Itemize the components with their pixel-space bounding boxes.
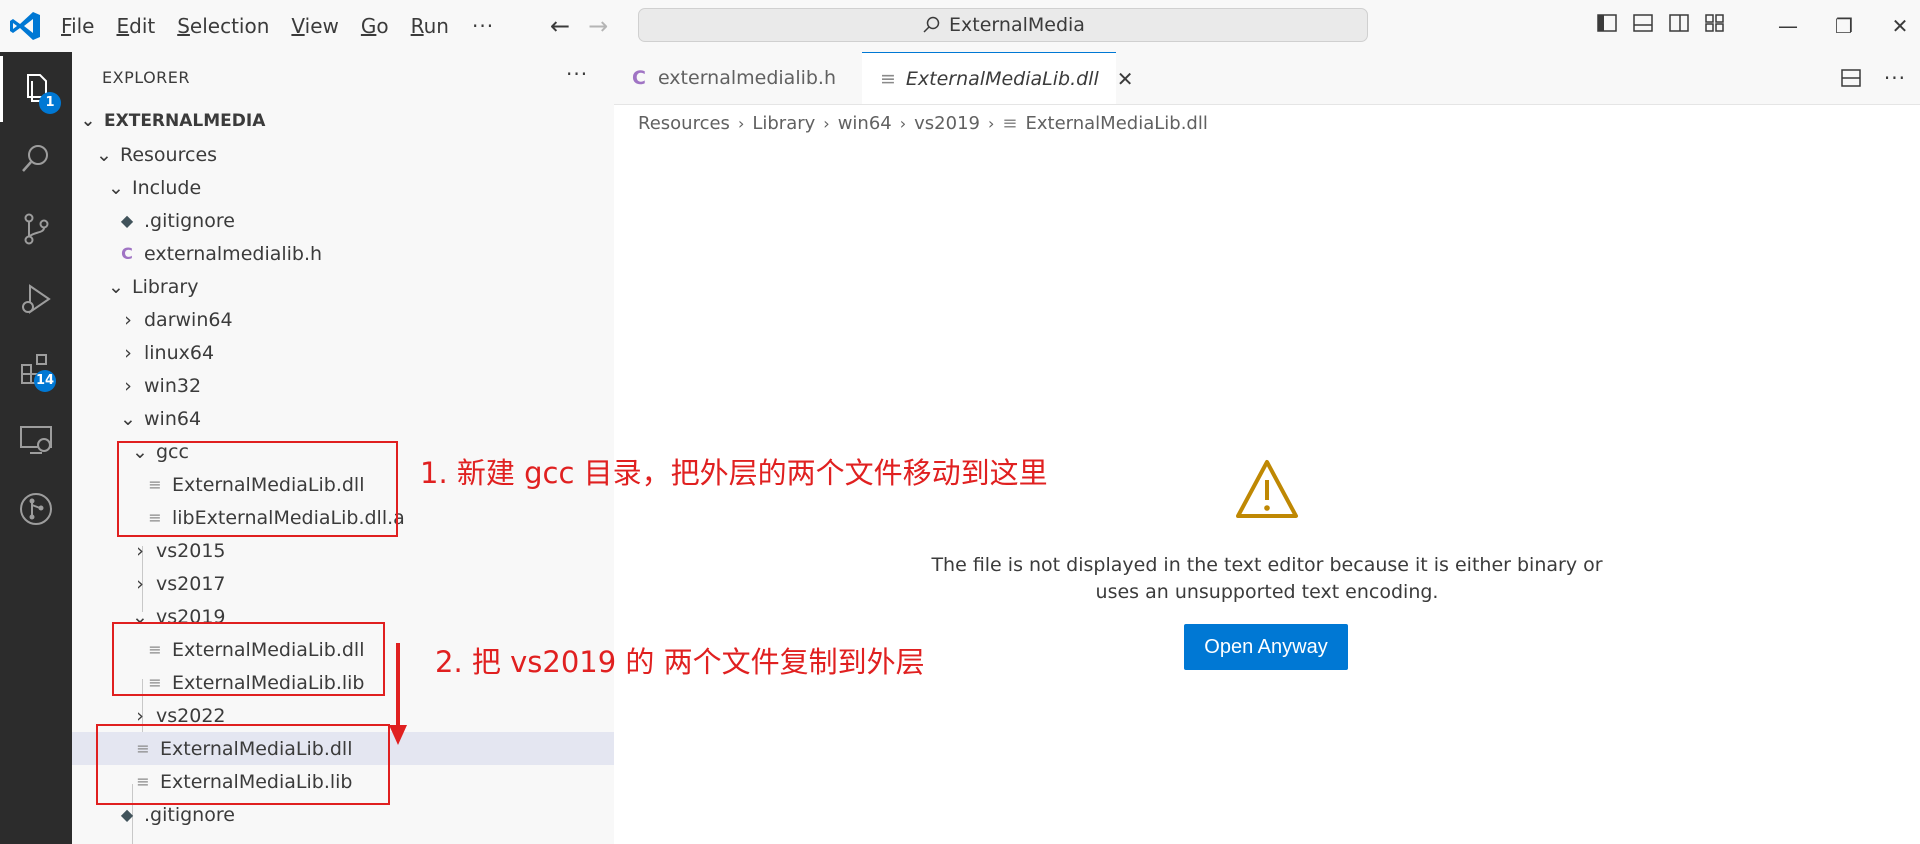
source-control-activity[interactable]	[0, 196, 72, 262]
git-file-icon: ◆	[120, 805, 134, 824]
tree-folder-vs2017[interactable]: › vs2017	[72, 567, 614, 600]
tree-folder-library[interactable]: ⌄ Library	[72, 270, 614, 303]
tab-externalmedialib-dll[interactable]: ≡ ExternalMediaLib.dll ✕	[862, 52, 1134, 104]
source-control-icon	[24, 213, 49, 245]
command-center[interactable]: ExternalMedia	[638, 8, 1368, 42]
extensions-activity[interactable]: 14	[0, 336, 72, 402]
search-icon	[22, 145, 48, 172]
customize-layout-icon[interactable]	[1704, 12, 1726, 34]
chevron-right-icon: ›	[124, 308, 132, 331]
toggle-panel-icon[interactable]	[1632, 12, 1654, 34]
annotation-arrow-down	[389, 643, 407, 745]
chevron-down-icon: ⌄	[120, 407, 136, 430]
binary-file-message: The file is not displayed in the text ed…	[931, 554, 1603, 603]
menu-file[interactable]: File	[50, 0, 105, 52]
open-anyway-button[interactable]: Open Anyway	[1184, 624, 1348, 670]
tree-folder-win64[interactable]: ⌄ win64	[72, 402, 614, 435]
close-tab-icon[interactable]: ✕	[1117, 67, 1134, 91]
explorer-activity[interactable]: 1	[0, 56, 72, 122]
chevron-right-icon: ›	[737, 113, 745, 133]
chevron-down-icon: ⌄	[108, 275, 124, 298]
annotation-note-1: 1. 新建 gcc 目录，把外层的两个文件移动到这里	[420, 456, 1048, 490]
layout-controls	[1596, 12, 1726, 34]
tree-file-gitignore[interactable]: ◆ .gitignore	[72, 204, 614, 237]
split-editor-icon[interactable]	[1840, 67, 1862, 89]
c-file-icon: C	[632, 67, 646, 89]
menu-selection[interactable]: Selection	[166, 0, 280, 52]
tree-folder-linux64[interactable]: › linux64	[72, 336, 614, 369]
explorer-more-button[interactable]: ···	[566, 62, 588, 86]
search-icon	[923, 16, 940, 33]
c-file-icon: C	[121, 244, 133, 263]
chevron-down-icon: ⌄	[108, 176, 124, 199]
menu-run[interactable]: Run	[400, 0, 460, 52]
breadcrumb-item[interactable]: vs2019	[914, 113, 980, 134]
toggle-primary-sidebar-icon[interactable]	[1596, 12, 1618, 34]
nav-arrows: ← →	[550, 0, 608, 52]
window-controls: — ❐ ✕	[1760, 0, 1920, 52]
command-center-label: ExternalMedia	[949, 14, 1085, 36]
breadcrumb-item[interactable]: ExternalMediaLib.dll	[1026, 113, 1208, 134]
annotation-box-gcc	[117, 441, 398, 537]
tab-externalmedialib-h[interactable]: C externalmedialib.h	[614, 52, 862, 104]
vscode-logo-icon	[10, 12, 40, 40]
chevron-down-icon: ⌄	[96, 143, 112, 166]
activity-bar: 1 14	[0, 52, 72, 844]
chevron-down-icon: ⌄	[80, 110, 96, 131]
close-window-icon[interactable]: ✕	[1872, 14, 1920, 38]
explorer-title: EXPLORER	[102, 68, 190, 87]
git-file-icon: ◆	[120, 211, 134, 230]
title-bar: File Edit Selection View Go Run ··· ← → …	[0, 0, 1920, 53]
tree-root-externalmedia[interactable]: ⌄ EXTERNALMEDIA	[72, 104, 614, 137]
annotation-box-vs2019	[112, 622, 385, 696]
annotation-note-2: 2. 把 vs2019 的 两个文件复制到外层	[435, 645, 925, 679]
menu-view[interactable]: View	[280, 0, 349, 52]
search-activity[interactable]	[0, 126, 72, 192]
explorer-badge: 1	[39, 92, 61, 114]
breadcrumb: Resources › Library › win64 › vs2019 › ≡…	[638, 108, 1208, 138]
toggle-secondary-sidebar-icon[interactable]	[1668, 12, 1690, 34]
file-lines-icon: ≡	[880, 67, 896, 90]
more-actions-icon[interactable]: ···	[1884, 66, 1906, 90]
breadcrumb-item[interactable]: Resources	[638, 113, 730, 134]
chevron-right-icon: ›	[136, 539, 144, 562]
run-debug-icon	[22, 284, 51, 314]
menu-bar: File Edit Selection View Go Run ···	[50, 0, 506, 52]
tree-file-externalmedialib-h[interactable]: C externalmedialib.h	[72, 237, 614, 270]
tree-folder-vs2015[interactable]: › vs2015	[72, 534, 614, 567]
tree-folder-resources[interactable]: ⌄ Resources	[72, 138, 614, 171]
remote-explorer-activity[interactable]	[0, 406, 72, 472]
chevron-right-icon: ›	[136, 572, 144, 595]
run-debug-activity[interactable]	[0, 266, 72, 332]
tree-folder-darwin64[interactable]: › darwin64	[72, 303, 614, 336]
minimize-icon[interactable]: —	[1760, 14, 1816, 38]
breadcrumb-item[interactable]: Library	[752, 113, 815, 134]
back-arrow-icon[interactable]: ←	[550, 12, 570, 40]
git-graph-icon	[20, 493, 52, 525]
chevron-right-icon: ›	[124, 341, 132, 364]
breadcrumb-item[interactable]: win64	[838, 113, 892, 134]
menu-go[interactable]: Go	[350, 0, 400, 52]
extensions-badge: 14	[34, 370, 56, 392]
tab-bar: C externalmedialib.h ≡ ExternalMediaLib.…	[614, 52, 1920, 105]
chevron-right-icon: ›	[823, 113, 830, 133]
forward-arrow-icon[interactable]: →	[588, 12, 608, 40]
tree-folder-win32[interactable]: › win32	[72, 369, 614, 402]
warning-icon	[1236, 460, 1298, 518]
remote-explorer-icon	[20, 426, 52, 454]
tree-folder-include[interactable]: ⌄ Include	[72, 171, 614, 204]
chevron-right-icon: ›	[988, 113, 995, 133]
restore-icon[interactable]: ❐	[1816, 14, 1872, 38]
menu-more-button[interactable]: ···	[460, 14, 506, 38]
chevron-right-icon: ›	[124, 374, 132, 397]
editor-actions: ···	[1840, 52, 1906, 104]
git-graph-activity[interactable]	[0, 476, 72, 542]
menu-edit[interactable]: Edit	[105, 0, 166, 52]
editor-area: C externalmedialib.h ≡ ExternalMediaLib.…	[614, 52, 1920, 844]
file-lines-icon: ≡	[1002, 112, 1018, 134]
chevron-right-icon: ›	[899, 113, 907, 133]
annotation-box-outer-files	[96, 724, 390, 805]
